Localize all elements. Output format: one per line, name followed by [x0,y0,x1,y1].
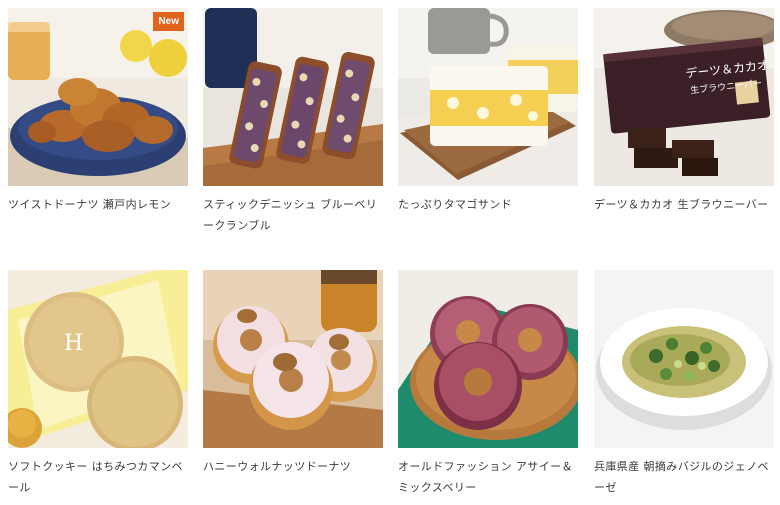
new-badge: New [153,12,184,31]
product-image-genovese[interactable] [594,270,774,448]
product-image-old-fashion[interactable] [398,270,578,448]
product-name[interactable]: ツイストドーナツ 瀬戸内レモン [8,194,190,215]
genovese-photo [594,270,774,448]
old-fashion-photo [398,270,578,448]
product-name[interactable]: 兵庫県産 朝摘みバジルのジェノベーゼ [594,456,776,498]
product-name[interactable]: デーツ＆カカオ 生ブラウニーバー [594,194,776,215]
product-image-stick-danish[interactable] [203,8,383,186]
product-name[interactable]: ハニーウォルナッツドーナツ [203,456,385,477]
product-name[interactable]: たっぷりタマゴサンド [398,194,580,215]
product-image-brownie-bar[interactable]: デーツ＆カカオ 生ブラウニーバー [594,8,774,186]
twist-donut-photo [8,8,188,186]
product-grid: New ツイストドーナツ 瀬戸内レモン スティックデニッシュ ブルーベリークラン… [0,0,780,505]
product-name[interactable]: オールドファッション アサイー＆ミックスベリー [398,456,580,498]
cookie-package-logo: H [64,331,83,356]
brownie-bar-photo: デーツ＆カカオ 生ブラウニーバー [594,8,774,186]
stick-danish-photo [203,8,383,186]
egg-sandwich-photo [398,8,578,186]
product-image-honey-walnut-donut[interactable] [203,270,383,448]
product-name[interactable]: スティックデニッシュ ブルーベリークランブル [203,194,385,236]
product-image-soft-cookie[interactable]: H [8,270,188,448]
soft-cookie-photo: H [8,270,188,448]
product-name[interactable]: ソフトクッキー はちみつカマンベール [8,456,190,498]
product-image-twist-donut[interactable]: New [8,8,188,186]
honey-walnut-donut-photo [203,270,383,448]
product-image-egg-sandwich[interactable] [398,8,578,186]
